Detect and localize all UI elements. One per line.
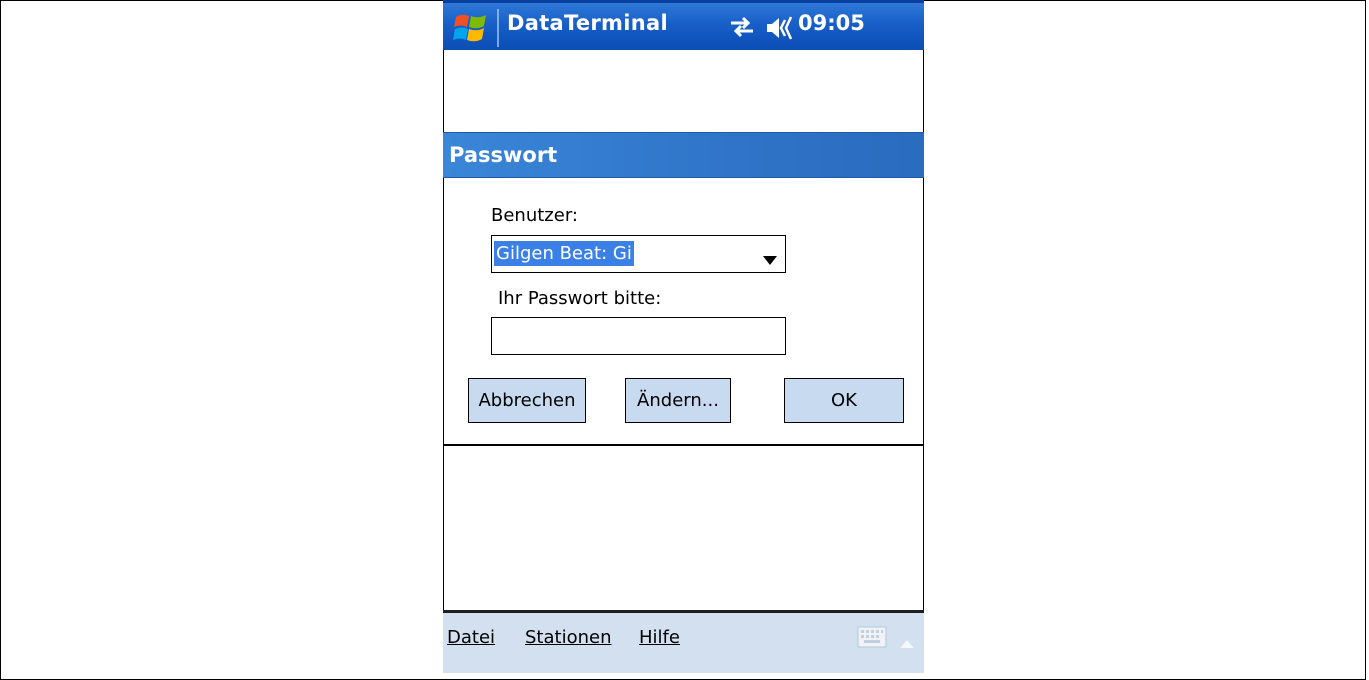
title-bar: DataTerminal 09:05 xyxy=(443,0,924,50)
speaker-icon[interactable] xyxy=(765,15,795,45)
user-dropdown[interactable]: Gilgen Beat: Gi xyxy=(491,235,786,273)
connectivity-arrows-icon[interactable] xyxy=(729,15,755,43)
chevron-down-icon[interactable] xyxy=(763,250,777,269)
pocketpc-screen: DataTerminal 09:05 Passwort Benutzer: Gi… xyxy=(443,0,924,673)
clock-time[interactable]: 09:05 xyxy=(798,11,865,35)
menu-hilfe[interactable]: Hilfe xyxy=(639,627,680,648)
user-dropdown-value: Gilgen Beat: Gi xyxy=(494,241,634,266)
ok-button[interactable]: OK xyxy=(784,378,904,423)
windows-flag-icon[interactable] xyxy=(453,11,489,45)
menu-stationen[interactable]: Stationen xyxy=(525,627,611,648)
keyboard-icon[interactable] xyxy=(857,626,887,652)
app-title: DataTerminal xyxy=(507,11,668,35)
up-arrow-icon[interactable] xyxy=(900,633,914,652)
password-label: Ihr Passwort bitte: xyxy=(498,288,662,309)
dialog-title: Passwort xyxy=(449,143,558,167)
user-label: Benutzer: xyxy=(491,205,578,226)
menu-bar: Datei Stationen Hilfe xyxy=(443,610,924,673)
password-field[interactable] xyxy=(491,317,786,355)
content-area-top xyxy=(443,50,924,132)
content-area-bottom xyxy=(443,446,924,610)
change-password-button[interactable]: Ändern... xyxy=(625,378,731,423)
menu-datei[interactable]: Datei xyxy=(447,627,495,648)
title-separator xyxy=(497,9,499,47)
password-dialog: Benutzer: Gilgen Beat: Gi Ihr Passwort b… xyxy=(443,178,924,446)
cancel-button[interactable]: Abbrechen xyxy=(468,378,586,423)
dialog-header: Passwort xyxy=(443,132,924,178)
